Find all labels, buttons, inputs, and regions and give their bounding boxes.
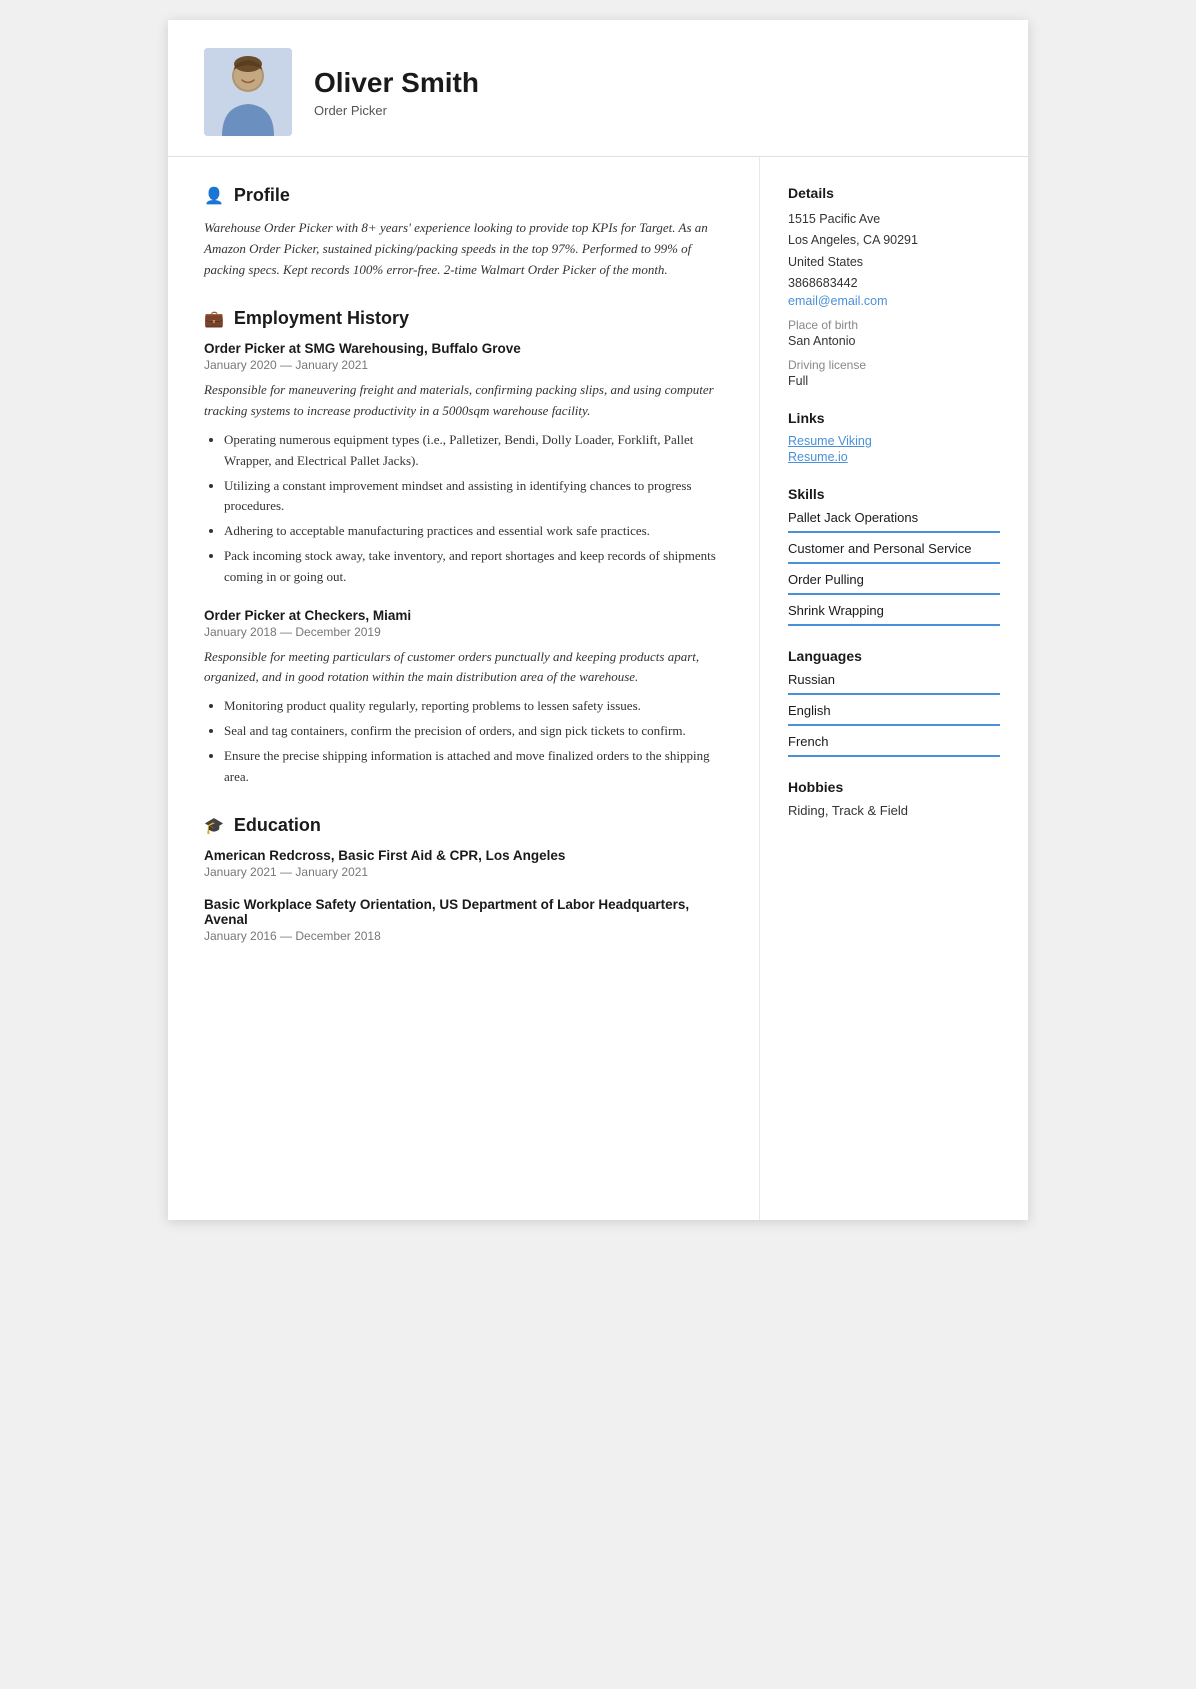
header: Oliver Smith Order Picker <box>168 20 1028 157</box>
employment-section: 💼 Employment History Order Picker at SMG… <box>204 308 723 787</box>
driving-license-label: Driving license <box>788 358 1000 372</box>
job-title-2: Order Picker at Checkers, Miami <box>204 608 723 623</box>
links-section: Links Resume Viking Resume.io <box>788 410 1000 464</box>
job-description-1: Responsible for maneuvering freight and … <box>204 380 723 422</box>
link-resume-io[interactable]: Resume.io <box>788 450 1000 464</box>
education-section-title: 🎓 Education <box>204 815 723 836</box>
left-column: 👤 Profile Warehouse Order Picker with 8+… <box>168 157 760 1220</box>
details-section: Details 1515 Pacific Ave Los Angeles, CA… <box>788 185 1000 388</box>
job-entry-1: Order Picker at SMG Warehousing, Buffalo… <box>204 341 723 587</box>
skill-item-3: Order Pulling <box>788 572 1000 595</box>
education-section: 🎓 Education American Redcross, Basic Fir… <box>204 815 723 943</box>
links-title: Links <box>788 410 1000 426</box>
job-entry-2: Order Picker at Checkers, Miami January … <box>204 608 723 788</box>
candidate-name: Oliver Smith <box>314 67 479 99</box>
list-item: Utilizing a constant improvement mindset… <box>224 476 723 518</box>
language-item-1: Russian <box>788 672 1000 695</box>
job-bullets-2: Monitoring product quality regularly, re… <box>204 696 723 787</box>
resume-container: Oliver Smith Order Picker 👤 Profile Ware… <box>168 20 1028 1220</box>
list-item: Pack incoming stock away, take inventory… <box>224 546 723 588</box>
right-column: Details 1515 Pacific Ave Los Angeles, CA… <box>760 157 1028 1220</box>
employment-icon: 💼 <box>204 309 224 329</box>
hobbies-section: Hobbies Riding, Track & Field <box>788 779 1000 818</box>
employment-section-title: 💼 Employment History <box>204 308 723 329</box>
skill-item-4: Shrink Wrapping <box>788 603 1000 626</box>
languages-title: Languages <box>788 648 1000 664</box>
profile-section-title: 👤 Profile <box>204 185 723 206</box>
avatar <box>204 48 292 136</box>
edu-title-2: Basic Workplace Safety Orientation, US D… <box>204 897 723 927</box>
address-line1: 1515 Pacific Ave <box>788 209 1000 230</box>
list-item: Adhering to acceptable manufacturing pra… <box>224 521 723 542</box>
languages-section: Languages Russian English French <box>788 648 1000 757</box>
hobbies-text: Riding, Track & Field <box>788 803 1000 818</box>
skill-item-1: Pallet Jack Operations <box>788 510 1000 533</box>
edu-dates-2: January 2016 — December 2018 <box>204 929 723 943</box>
job-dates-1: January 2020 — January 2021 <box>204 358 723 372</box>
skills-section: Skills Pallet Jack Operations Customer a… <box>788 486 1000 626</box>
language-item-2: English <box>788 703 1000 726</box>
header-info: Oliver Smith Order Picker <box>314 67 479 118</box>
education-icon: 🎓 <box>204 816 224 836</box>
skill-item-2: Customer and Personal Service <box>788 541 1000 564</box>
list-item: Ensure the precise shipping information … <box>224 746 723 788</box>
place-of-birth-value: San Antonio <box>788 334 1000 348</box>
edu-entry-1: American Redcross, Basic First Aid & CPR… <box>204 848 723 879</box>
address-line2: Los Angeles, CA 90291 <box>788 230 1000 251</box>
profile-text: Warehouse Order Picker with 8+ years' ex… <box>204 218 723 280</box>
email[interactable]: email@email.com <box>788 294 1000 308</box>
skills-title: Skills <box>788 486 1000 502</box>
details-title: Details <box>788 185 1000 201</box>
candidate-job-title: Order Picker <box>314 103 479 118</box>
place-of-birth-label: Place of birth <box>788 318 1000 332</box>
job-description-2: Responsible for meeting particulars of c… <box>204 647 723 689</box>
language-item-3: French <box>788 734 1000 757</box>
edu-dates-1: January 2021 — January 2021 <box>204 865 723 879</box>
job-bullets-1: Operating numerous equipment types (i.e.… <box>204 430 723 588</box>
list-item: Seal and tag containers, confirm the pre… <box>224 721 723 742</box>
main-content: 👤 Profile Warehouse Order Picker with 8+… <box>168 157 1028 1220</box>
hobbies-title: Hobbies <box>788 779 1000 795</box>
phone: 3868683442 <box>788 273 1000 294</box>
profile-icon: 👤 <box>204 186 224 206</box>
profile-section: 👤 Profile Warehouse Order Picker with 8+… <box>204 185 723 280</box>
country: United States <box>788 252 1000 273</box>
list-item: Monitoring product quality regularly, re… <box>224 696 723 717</box>
link-resume-viking[interactable]: Resume Viking <box>788 434 1000 448</box>
edu-title-1: American Redcross, Basic First Aid & CPR… <box>204 848 723 863</box>
list-item: Operating numerous equipment types (i.e.… <box>224 430 723 472</box>
driving-license-value: Full <box>788 374 1000 388</box>
job-title-1: Order Picker at SMG Warehousing, Buffalo… <box>204 341 723 356</box>
edu-entry-2: Basic Workplace Safety Orientation, US D… <box>204 897 723 943</box>
job-dates-2: January 2018 — December 2019 <box>204 625 723 639</box>
